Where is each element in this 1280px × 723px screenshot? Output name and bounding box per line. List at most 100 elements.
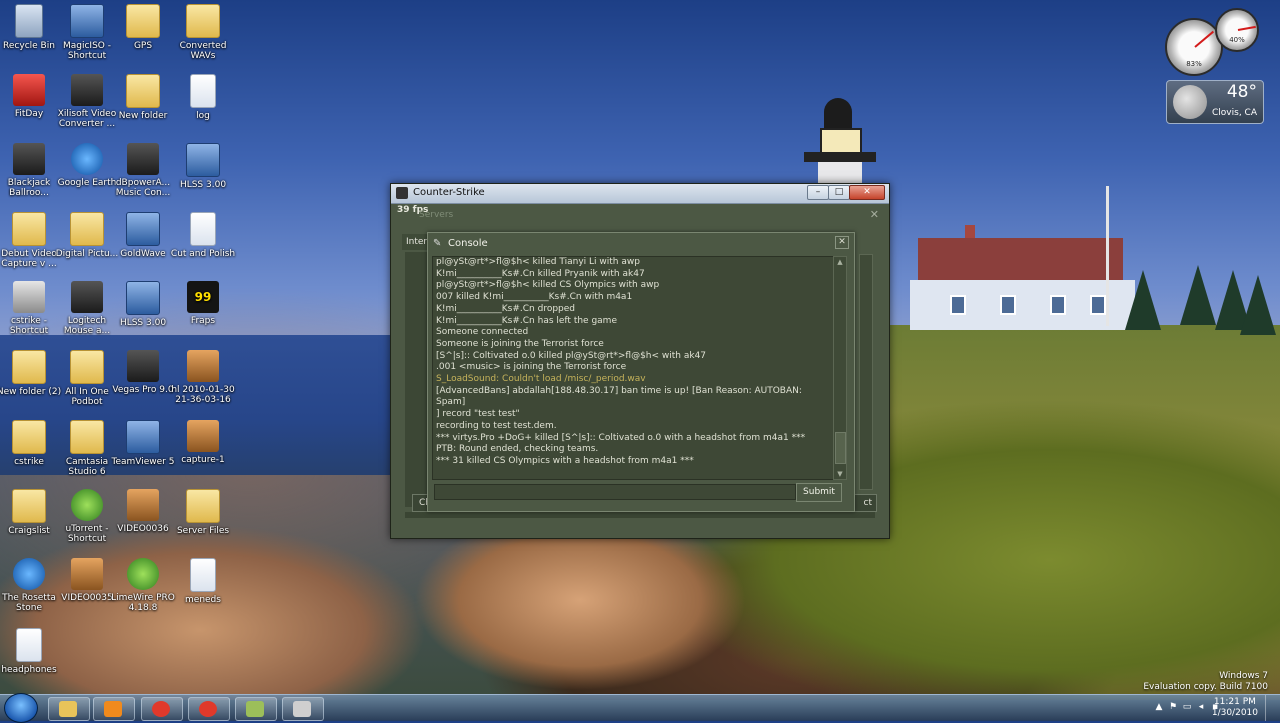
desktop-icon[interactable]: capture-1 — [170, 420, 236, 465]
magiciso-icon — [70, 4, 104, 38]
desktop-icon[interactable]: meneds — [170, 558, 236, 605]
console-log-line: pl@ySt@rt*>fl@$h< killed CS Olympics wit… — [436, 280, 660, 291]
weather-temperature: 48° — [1226, 82, 1257, 102]
desktop-icon[interactable]: TeamViewer 5 — [110, 420, 176, 467]
utorrent-icon — [71, 489, 103, 521]
submit-button[interactable]: Submit — [796, 483, 842, 502]
desktop-icon[interactable]: VIDEO0036 — [110, 489, 176, 534]
camtasia-icon — [70, 420, 104, 454]
folder-icon — [70, 212, 104, 246]
desktop-icon[interactable]: FitDay — [0, 74, 62, 119]
desktop-icon[interactable]: cstrike — [0, 420, 62, 467]
watermark-build: Evaluation copy. Build 7100 — [1143, 682, 1268, 692]
chrome-icon — [199, 701, 217, 717]
desktop-icon-label: Vegas Pro 9.0 — [112, 385, 174, 395]
desktop-icon[interactable]: New folder (2) — [0, 350, 62, 397]
folder-icon — [12, 420, 46, 454]
desktop-icon-label: headphones — [1, 665, 57, 675]
lighthouse-scenery — [798, 98, 882, 188]
show-desktop-button[interactable] — [1265, 695, 1280, 721]
desktop-icon-label: cstrike — [14, 457, 44, 467]
desktop-icon[interactable]: Blackjack Ballroo... — [0, 143, 62, 198]
wrench-icon: ✎ — [433, 238, 442, 249]
server-list-scrollbar[interactable] — [859, 254, 873, 490]
desktop-icon-label: Cut and Polish — [170, 249, 236, 259]
taskbar-item-counter-strike[interactable] — [282, 697, 324, 721]
desktop-icon[interactable]: GoldWave — [110, 212, 176, 259]
desktop-icon[interactable]: cstrike - Shortcut — [0, 281, 62, 336]
system-clock[interactable]: 11:21 PM 1/30/2010 — [1212, 697, 1258, 719]
recycle-bin-icon — [15, 4, 43, 38]
desktop-icon[interactable]: GPS — [110, 4, 176, 51]
desktop-icon[interactable]: headphones — [0, 628, 62, 675]
desktop-icon[interactable]: Cut and Polish — [170, 212, 236, 259]
flagpole-scenery — [1106, 186, 1109, 326]
video-icon — [71, 558, 103, 590]
taskbar-item-camtasia[interactable] — [235, 697, 277, 721]
desktop-icon[interactable]: Vegas Pro 9.0 — [110, 350, 176, 395]
desktop-icon[interactable]: hl 2010-01-30 21-36-03-16 — [170, 350, 236, 405]
console-log-line: *** virtys.Pro +DoG+ killed [S^|s]:: Col… — [436, 432, 806, 443]
close-button[interactable]: ✕ — [849, 185, 885, 200]
servers-dialog-title: Servers — [419, 210, 454, 220]
desktop-icon[interactable]: Craigslist — [0, 489, 62, 536]
start-button[interactable] — [4, 693, 38, 723]
limewire-icon — [127, 558, 159, 590]
weather-city: Clovis, CA — [1212, 108, 1257, 118]
scroll-thumb[interactable] — [835, 432, 846, 464]
desktop-icon-label: Craigslist — [8, 526, 50, 536]
console-command-input[interactable] — [434, 484, 796, 500]
console-scrollbar[interactable]: ▲ ▼ — [833, 256, 847, 480]
casino-icon — [13, 143, 45, 175]
memory-percent: 40% — [1229, 36, 1245, 44]
globe-icon — [13, 558, 45, 590]
desktop-icon[interactable]: Converted WAVs — [170, 4, 236, 61]
window-titlebar[interactable]: Counter-Strike – □ ✕ — [391, 184, 889, 204]
weather-gadget[interactable]: 48° Clovis, CA — [1166, 80, 1264, 124]
goldwave-icon — [126, 212, 160, 246]
desktop-icon[interactable]: New folder — [110, 74, 176, 121]
cpu-meter-gadget[interactable]: 83% 40% — [1165, 8, 1261, 76]
desktop-icon[interactable]: Recycle Bin — [0, 4, 62, 51]
desktop-icon[interactable]: HLSS 3.00 — [170, 143, 236, 190]
flag-icon[interactable]: ⚑ — [1168, 702, 1178, 712]
taskbar-item-explorer[interactable] — [48, 697, 90, 721]
desktop-icon[interactable]: Server Files — [170, 489, 236, 536]
document-icon — [190, 558, 216, 592]
scroll-up-icon[interactable]: ▲ — [834, 257, 846, 267]
desktop-icon[interactable]: The Rosetta Stone — [0, 558, 62, 613]
desktop-icon[interactable]: HLSS 3.00 — [110, 281, 176, 328]
console-log-line: Someone is joining the Terrorist force — [436, 338, 604, 349]
console-log-line: S_LoadSound: Couldn't load /misc/_period… — [436, 374, 646, 385]
desktop-icon-label: VIDEO0036 — [117, 524, 169, 534]
desktop-icon-label: The Rosetta Stone — [2, 593, 56, 613]
desktop-icon-label: dBpowerA... Music Con... — [115, 178, 171, 198]
volume-icon[interactable]: ◂ — [1196, 702, 1206, 712]
desktop-icon[interactable]: Debut Video Capture v ... — [0, 212, 62, 269]
desktop-icon-label: Converted WAVs — [179, 41, 227, 61]
scroll-down-icon[interactable]: ▼ — [834, 469, 846, 479]
console-close-button[interactable]: ✕ — [835, 236, 849, 249]
desktop-icon[interactable]: dBpowerA... Music Con... — [110, 143, 176, 198]
desktop-icon-label: GoldWave — [120, 249, 166, 259]
fitday-icon — [13, 74, 45, 106]
maximize-button[interactable]: □ — [828, 185, 850, 200]
memory-dial: 40% — [1215, 8, 1259, 52]
desktop-icon[interactable]: LimeWire PRO 4.18.8 — [110, 558, 176, 613]
minimize-button[interactable]: – — [807, 185, 829, 200]
folder-icon — [12, 489, 46, 523]
folder-icon — [59, 701, 77, 717]
monitor-icon[interactable]: ▭ — [1182, 702, 1192, 712]
house-scenery — [890, 225, 1135, 330]
network-icon[interactable]: ▲ — [1154, 702, 1164, 712]
fraps-icon: 99 — [187, 281, 219, 313]
taskbar-item-media-player[interactable] — [93, 697, 135, 721]
desktop-icon-label: cstrike - Shortcut — [9, 316, 49, 336]
servers-close-icon[interactable]: ✕ — [870, 208, 879, 221]
vegas-icon — [127, 350, 159, 382]
desktop-icon[interactable]: 99 Fraps — [170, 281, 236, 326]
mouse-icon — [71, 281, 103, 313]
taskbar-item-chrome-2[interactable] — [188, 697, 230, 721]
taskbar-item-chrome-1[interactable] — [141, 697, 183, 721]
desktop-icon[interactable]: log — [170, 74, 236, 121]
